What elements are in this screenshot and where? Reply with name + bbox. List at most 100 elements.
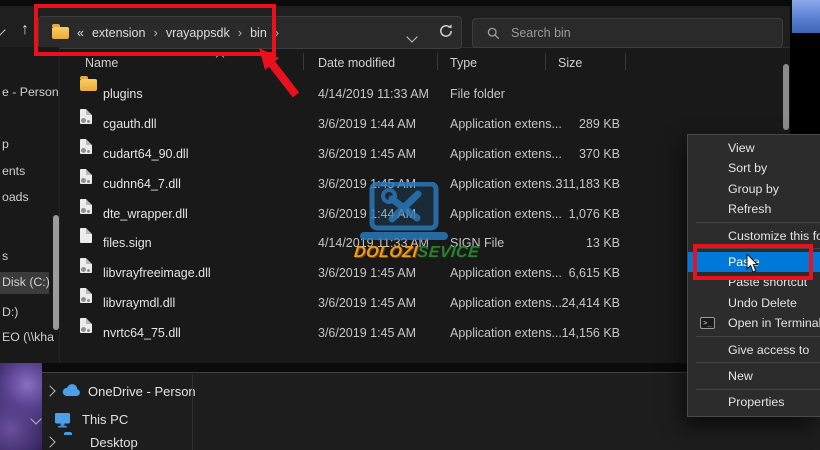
column-header-size[interactable]: Size [558,48,582,76]
column-divider[interactable] [545,53,546,70]
file-row[interactable]: cudnn64_7.dll 3/6/2019 1:45 AM Applicati… [60,169,783,199]
file-type: File folder [450,79,505,109]
nav-item-pictures[interactable]: s [2,249,8,263]
nav-item-downloads[interactable]: oads [2,190,29,204]
menu-item-undo-delete[interactable]: Undo Delete [688,293,820,313]
file-row[interactable]: dte_wrapper.dll 3/6/2019 1:44 AM Applica… [60,199,783,229]
folder-icon [52,27,69,39]
menu-item-refresh[interactable]: Refresh [688,199,820,219]
nav-item-desktop[interactable]: p [2,137,9,151]
pane-divider [192,375,193,450]
up-button[interactable]: ↑ [14,19,36,41]
file-row[interactable]: libvrayfreeimage.dll 3/6/2019 1:45 AM Ap… [60,258,783,288]
column-header-date[interactable]: Date modified [318,48,395,76]
file-row[interactable]: cgauth.dll 3/6/2019 1:44 AM Application … [60,109,783,139]
sign-file-icon [80,228,92,243]
file-name: libvraymdl.dll [103,288,175,318]
menu-separator [696,222,820,223]
menu-separator [696,336,820,337]
desktop-wallpaper [0,363,42,450]
nav-item-drive-d[interactable]: D:) [2,305,18,319]
file-size: 13 KB [490,228,620,258]
menu-item-sort-by[interactable]: Sort by [688,158,820,178]
file-date: 3/6/2019 1:44 AM [318,109,416,139]
toolbar: ↑ « extension › vrayappsdk › bin › [0,6,790,48]
screenshot-stage: ↑ « extension › vrayappsdk › bin › [0,0,820,450]
file-size: 14,156 KB [490,318,620,348]
file-date: 3/6/2019 1:44 AM [318,199,416,229]
menu-item-view[interactable]: View [688,138,820,158]
nav-item-network-seo[interactable]: EO (\\kha [2,330,54,344]
column-header-row: Name Date modified Type Size [60,48,790,76]
file-row[interactable]: cudart64_90.dll 3/6/2019 1:45 AM Applica… [60,139,783,169]
file-size: 370 KB [490,139,620,169]
file-size: 311,183 KB [490,169,620,199]
file-name: dte_wrapper.dll [103,199,188,229]
dll-file-icon [80,199,92,214]
file-date: 3/6/2019 1:45 AM [318,258,416,288]
tree-item-label: Desktop [90,433,138,450]
menu-item-new[interactable]: New [688,366,820,386]
file-name: nvrtc64_75.dll [103,318,181,348]
chevron-right-icon[interactable] [44,436,55,447]
search-box[interactable] [472,18,783,48]
menu-separator [696,362,820,363]
file-size: 1,076 KB [490,199,620,229]
sort-ascending-icon [217,49,223,63]
file-row[interactable]: plugins 4/14/2019 11:33 AM File folder [60,79,783,109]
column-header-name[interactable]: Name [85,48,118,76]
nav-item-onedrive[interactable]: e - Person [2,85,59,99]
menu-item-label: Open in Terminal [728,316,820,330]
dll-file-icon [80,109,92,124]
file-size: 24,414 KB [490,288,620,318]
nav-scrollbar[interactable] [53,215,59,330]
menu-item-paste[interactable]: Paste [688,252,820,272]
breadcrumb-separator[interactable]: › [275,25,279,40]
file-name: cgauth.dll [103,109,157,139]
column-divider[interactable] [303,53,304,70]
file-size: 6,615 KB [490,258,620,288]
file-list-scrollbar[interactable] [783,64,789,130]
dll-file-icon [80,139,92,154]
chevron-right-icon[interactable] [44,385,55,396]
menu-item-paste-shortcut[interactable]: Paste shortcut [688,272,820,292]
menu-item-group-by[interactable]: Group by [688,179,820,199]
breadcrumb-overflow[interactable]: « [77,26,84,40]
file-name: files.sign [103,228,152,258]
nav-item-local-disk-c[interactable]: Disk (C:) [2,275,50,289]
search-input[interactable] [509,25,763,41]
tree-item-label: OneDrive - Person [88,382,196,401]
monitor-icon [54,412,71,428]
search-icon [487,27,500,40]
address-bar[interactable]: « extension › vrayappsdk › bin › [38,16,462,49]
column-divider[interactable] [625,53,626,70]
folder-icon [80,79,97,91]
breadcrumb-separator[interactable]: › [153,25,157,40]
menu-separator [696,389,820,390]
file-row[interactable]: files.sign 4/14/2019 11:33 AM SIGN File … [60,228,783,258]
dll-file-icon [80,288,92,303]
menu-separator [696,248,820,249]
breadcrumb-segment[interactable]: extension [92,26,146,40]
nav-item-documents[interactable]: ents [2,164,25,178]
terminal-icon: >_ [700,317,715,329]
column-header-type[interactable]: Type [450,48,477,76]
dll-file-icon [80,258,92,273]
breadcrumb-segment[interactable]: bin [250,26,267,40]
file-date: 3/6/2019 1:45 AM [318,169,416,199]
file-row[interactable]: nvrtc64_75.dll 3/6/2019 1:45 AM Applicat… [60,318,783,348]
context-menu: View Sort by Group by Refresh Customize … [687,134,820,417]
menu-item-give-access[interactable]: Give access to [688,340,820,360]
file-date: 4/14/2019 11:33 AM [318,228,429,258]
file-name: libvrayfreeimage.dll [103,258,211,288]
menu-item-customize-folder[interactable]: Customize this folder [688,226,820,246]
menu-item-properties[interactable]: Properties [688,392,820,412]
menu-item-open-in-terminal[interactable]: >_ Open in Terminal [688,313,820,333]
file-row[interactable]: libvraymdl.dll 3/6/2019 1:45 AM Applicat… [60,288,783,318]
refresh-icon[interactable] [438,23,454,39]
history-chevron-icon[interactable] [0,24,6,35]
column-divider[interactable] [437,53,438,70]
file-name: plugins [103,79,143,109]
breadcrumb-separator[interactable]: › [238,25,242,40]
breadcrumb-segment[interactable]: vrayappsdk [166,26,230,40]
